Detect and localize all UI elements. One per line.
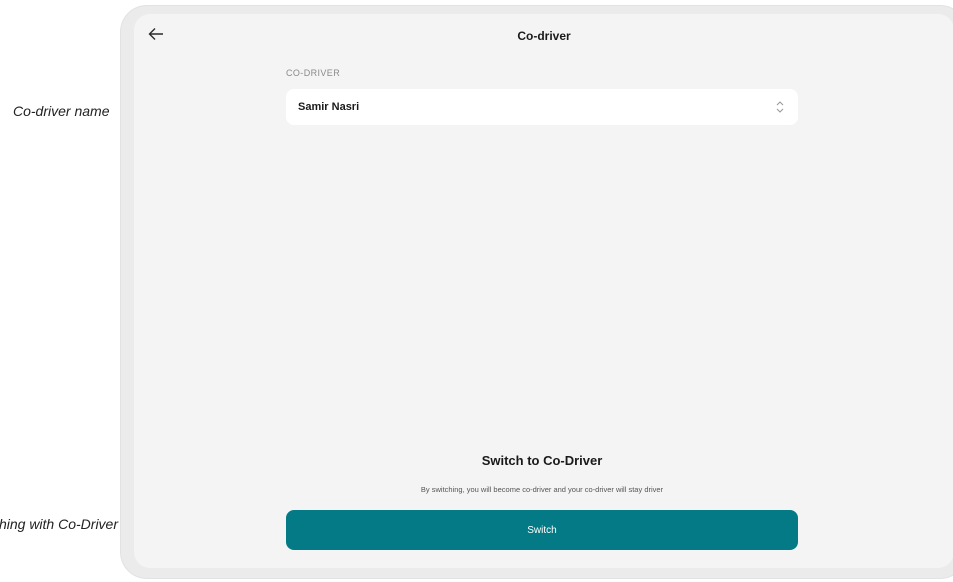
app-screen: Co-driver CO-DRIVER Samir Nasri Switch t… (134, 14, 953, 568)
page-title: Co-driver (517, 29, 571, 43)
co-driver-select-value: Samir Nasri (298, 101, 360, 113)
co-driver-select[interactable]: Samir Nasri (286, 89, 798, 125)
switch-button[interactable]: Switch (286, 510, 798, 550)
annotation-label: Co-driver name (13, 103, 110, 119)
up-down-chevron-icon (776, 101, 784, 113)
switch-description: By switching, you will become co-driver … (420, 485, 664, 494)
switch-heading: Switch to Co-Driver (481, 453, 603, 468)
annotation-label: Switching with Co-Driver (0, 516, 118, 532)
co-driver-field-label: CO-DRIVER (286, 68, 341, 78)
